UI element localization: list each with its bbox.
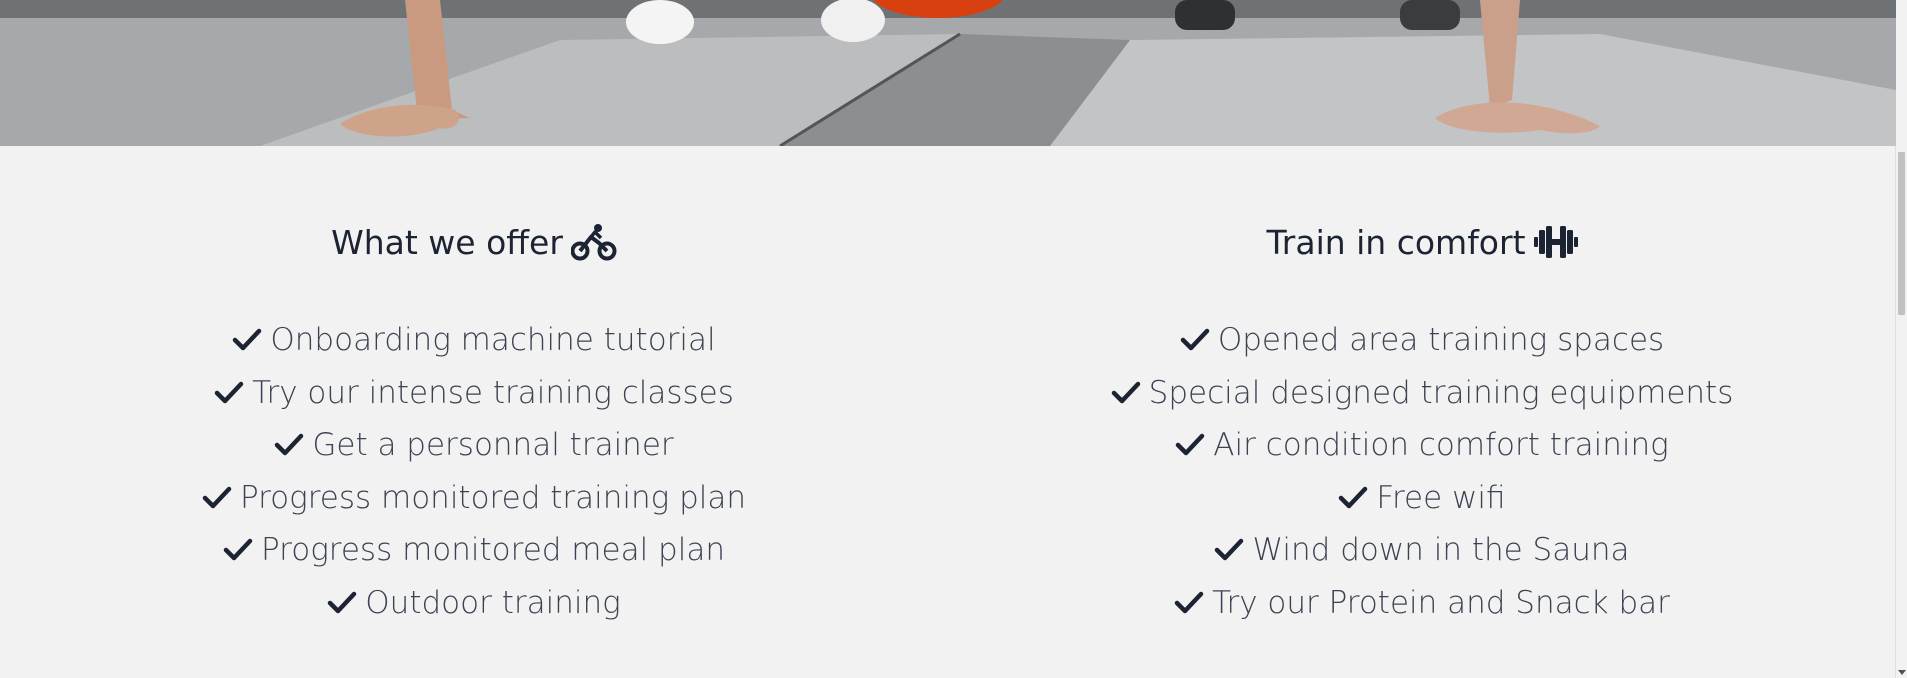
offer-title: What we offer xyxy=(331,222,563,262)
list-item: Air condition comfort training xyxy=(1042,419,1802,472)
list-item: Progress monitored training plan xyxy=(94,472,854,525)
check-icon xyxy=(1338,486,1368,510)
offer-list: Onboarding machine tutorial Try our inte… xyxy=(94,314,854,629)
list-item-label: Progress monitored meal plan xyxy=(261,532,725,568)
list-item: Onboarding machine tutorial xyxy=(94,314,854,367)
comfort-heading: Train in comfort xyxy=(1042,215,1802,269)
list-item: Try our Protein and Snack bar xyxy=(1042,577,1802,630)
check-icon xyxy=(1175,433,1205,457)
dumbbell-icon xyxy=(1533,225,1578,259)
comfort-list: Opened area training spaces Special desi… xyxy=(1042,314,1802,629)
hero-image xyxy=(0,0,1896,146)
list-item: Progress monitored meal plan xyxy=(94,524,854,577)
list-item-label: Special designed training equipments xyxy=(1148,374,1734,411)
list-item-label: Free wifi xyxy=(1376,479,1506,516)
list-item-label: Wind down in the Sauna xyxy=(1252,532,1630,568)
list-item-label: Progress monitored training plan xyxy=(239,479,747,516)
page-scrollbar[interactable] xyxy=(1895,146,1907,678)
list-item-label: Air condition comfort training xyxy=(1213,427,1669,463)
list-item-label: Try our Protein and Snack bar xyxy=(1212,584,1670,621)
list-item: Special designed training equipments xyxy=(1042,367,1802,420)
list-item: Try our intense training classes xyxy=(94,367,854,420)
list-item-label: Opened area training spaces xyxy=(1217,322,1665,358)
check-icon xyxy=(214,381,244,405)
list-item-label: Get a personnal trainer xyxy=(312,427,674,463)
check-icon xyxy=(1180,328,1210,352)
comfort-title: Train in comfort xyxy=(1266,222,1526,262)
check-icon xyxy=(1214,538,1244,562)
list-item: Free wifi xyxy=(1042,472,1802,525)
check-icon xyxy=(223,538,253,562)
check-icon xyxy=(327,591,357,615)
comfort-section: Train in comfort Opened area training sp… xyxy=(1042,215,1802,621)
list-item: Opened area training spaces xyxy=(1042,314,1802,367)
check-icon xyxy=(232,328,262,352)
offer-heading: What we offer xyxy=(94,215,854,269)
list-item: Outdoor training xyxy=(94,577,854,630)
bicycle-icon xyxy=(570,223,617,261)
check-icon xyxy=(202,486,232,510)
list-item-label: Try our intense training classes xyxy=(252,374,734,411)
check-icon xyxy=(1111,381,1141,405)
list-item-label: Outdoor training xyxy=(365,584,621,621)
list-item-label: Onboarding machine tutorial xyxy=(270,322,716,358)
check-icon xyxy=(1174,591,1204,615)
scroll-down-arrow-icon[interactable] xyxy=(1898,670,1906,675)
scrollbar-thumb[interactable] xyxy=(1898,152,1905,315)
list-item: Wind down in the Sauna xyxy=(1042,524,1802,577)
check-icon xyxy=(274,433,304,457)
offer-section: What we offer Onboarding machine tutoria… xyxy=(94,215,854,621)
list-item: Get a personnal trainer xyxy=(94,419,854,472)
